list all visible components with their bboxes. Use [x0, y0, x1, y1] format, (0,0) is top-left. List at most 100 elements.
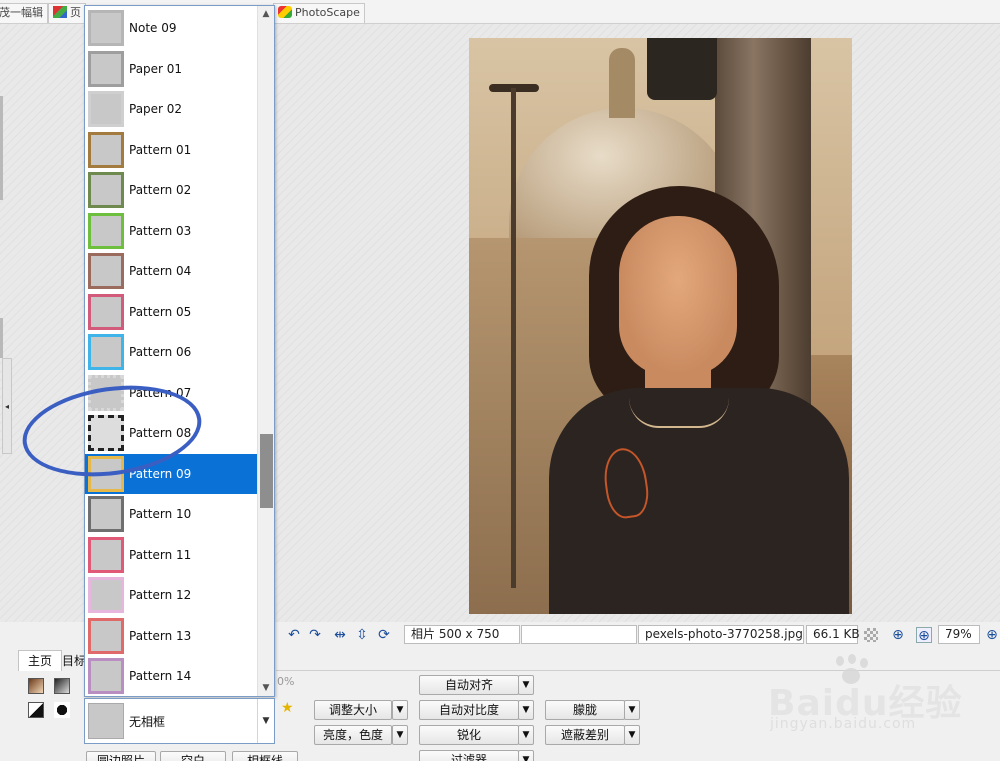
zoom-actual-icon[interactable]: ⊕ [916, 627, 932, 644]
sharpen-button[interactable]: 锐化 [419, 725, 519, 745]
frame-option[interactable]: Pattern 08 [85, 413, 259, 453]
rotate-free-icon[interactable]: ⟳ [376, 627, 392, 643]
filter-button[interactable]: 过滤器 [419, 750, 519, 761]
frame-option-label: Pattern 05 [129, 304, 192, 319]
frame-option[interactable]: Paper 01 [85, 49, 259, 89]
frame-thumbnail [88, 496, 124, 532]
margin-button[interactable]: 空白 [160, 751, 226, 761]
photo-size-label: 相片 500 x 750 [404, 625, 520, 644]
frame-option[interactable]: Paper 02 [85, 89, 259, 129]
vignette-icon[interactable] [54, 702, 70, 718]
frame-option-label: Paper 02 [129, 102, 183, 116]
frame-thumbnail [88, 374, 124, 411]
frame-option[interactable]: Pattern 02 [85, 170, 259, 210]
blur-dropdown[interactable]: ▼ [624, 700, 640, 720]
tab-home[interactable]: 主页 [18, 650, 62, 671]
frame-thumbnail [88, 131, 124, 168]
scroll-thumb[interactable] [260, 434, 273, 508]
frame-thumbnail [88, 617, 124, 654]
blur-button[interactable]: 朦胧 [545, 700, 625, 720]
frame-option-label: Note 09 [129, 21, 177, 35]
frame-option-label: Paper 01 [129, 61, 183, 76]
frame-thumbnail [88, 50, 124, 87]
collapse-panel-handle[interactable]: ◂ [2, 358, 12, 454]
tab-batch-edit-label: 茂一幅辑 [0, 6, 43, 19]
frame-option-label: Pattern 13 [129, 628, 192, 643]
sharpen-dropdown[interactable]: ▼ [518, 725, 534, 745]
frame-thumbnail [88, 172, 124, 208]
frame-option[interactable]: Pattern 09 [85, 453, 259, 494]
round-photo-button[interactable]: 圆边照片 [86, 751, 156, 761]
resize-dropdown[interactable]: ▼ [392, 700, 408, 720]
rotate-left-icon[interactable]: ↶ [286, 627, 302, 643]
filename-label: pexels-photo-3770258.jpg [638, 625, 804, 644]
frame-option-label: Pattern 07 [129, 385, 192, 400]
tab-batch-edit[interactable]: 茂一幅辑 [0, 3, 48, 23]
frame-option-label: Pattern 11 [129, 547, 192, 562]
auto-contrast-button[interactable]: 自动对比度 [419, 700, 519, 720]
tab-page-label: 页 [70, 6, 81, 19]
frame-option[interactable]: Pattern 11 [85, 535, 259, 575]
frame-option-label: Pattern 06 [129, 345, 192, 359]
frame-option[interactable]: Pattern 01 [85, 130, 259, 170]
frame-thumbnail [88, 293, 124, 330]
frame-option[interactable]: Note 09 [85, 8, 259, 48]
frame-option[interactable]: Pattern 10 [85, 494, 259, 534]
baidu-watermark: Baidu经验 jingyan.baidu.com [760, 654, 1000, 738]
frame-option-label: Pattern 04 [129, 264, 192, 278]
backlight-dropdown[interactable]: ▼ [624, 725, 640, 745]
frame-select[interactable]: 无相框 ▼ [84, 698, 275, 744]
grayscale-icon[interactable] [54, 678, 70, 694]
frame-thumbnail [88, 334, 124, 370]
favorite-star-icon[interactable]: ★ [281, 700, 294, 716]
frame-option[interactable]: Pattern 04 [85, 251, 259, 291]
frame-thumbnail [88, 415, 124, 451]
flip-horizontal-icon[interactable]: ⇹ [332, 627, 348, 643]
frame-option[interactable]: Pattern 13 [85, 616, 259, 656]
frame-thumbnail [88, 10, 124, 46]
frame-select-value: 无相框 [129, 715, 166, 729]
frame-thumbnail [88, 577, 124, 613]
frame-thumbnail [88, 536, 124, 573]
frame-option[interactable]: Pattern 06 [85, 332, 259, 372]
zoom-fit-icon[interactable]: ⊕ [890, 627, 906, 643]
frame-option[interactable]: Pattern 03 [85, 211, 259, 251]
frame-option-label: Pattern 09 [129, 466, 192, 481]
chevron-down-icon[interactable]: ▼ [257, 699, 274, 743]
transparency-icon[interactable] [864, 628, 878, 642]
frame-option[interactable]: Pattern 07 [85, 373, 259, 413]
frame-thumbnail [88, 212, 124, 249]
status-empty-field [521, 625, 637, 644]
dropdown-scrollbar[interactable]: ▲ ▼ [257, 6, 274, 696]
color-tone-icon[interactable] [28, 678, 44, 694]
partial-percent: 0% [277, 675, 295, 688]
auto-level-button[interactable]: 自动对齐 [419, 675, 519, 695]
scroll-up-icon[interactable]: ▲ [258, 6, 274, 22]
frame-option[interactable]: Pattern 12 [85, 575, 259, 615]
left-panel-edge [0, 96, 3, 200]
tab-photoscape[interactable]: PhotoScape [273, 3, 365, 23]
brightness-color-dropdown[interactable]: ▼ [392, 725, 408, 745]
photoscape-icon [278, 6, 292, 18]
resize-button[interactable]: 调整大小 [314, 700, 392, 720]
status-bar: ↶ ↷ ⇹ ⇳ ⟳ 相片 500 x 750 pexels-photo-3770… [276, 624, 1000, 646]
flip-vertical-icon[interactable]: ⇳ [354, 627, 370, 643]
auto-level-dropdown[interactable]: ▼ [518, 675, 534, 695]
frame-option[interactable]: Pattern 14 [85, 656, 259, 696]
frame-option-label: Pattern 10 [129, 507, 192, 521]
rotate-right-icon[interactable]: ↷ [307, 627, 323, 643]
frame-option[interactable]: Pattern 05 [85, 292, 259, 332]
frame-thumbnail [88, 455, 124, 492]
backlight-button[interactable]: 遮蔽差别 [545, 725, 625, 745]
tab-page[interactable]: 页 [48, 3, 86, 23]
scroll-down-icon[interactable]: ▼ [258, 680, 274, 696]
frame-option-label: Pattern 08 [129, 426, 192, 440]
invert-icon[interactable] [28, 702, 44, 718]
frame-line-button[interactable]: 相框线 [232, 751, 298, 761]
frame-dropdown-list[interactable]: Note 09 Paper 01 Paper 02 Pattern 01 Pattern… [84, 5, 275, 697]
auto-contrast-dropdown[interactable]: ▼ [518, 700, 534, 720]
brightness-color-button[interactable]: 亮度，色度 [314, 725, 392, 745]
frame-thumbnail [88, 91, 124, 127]
zoom-in-icon[interactable]: ⊕ [984, 627, 1000, 643]
filter-dropdown[interactable]: ▼ [518, 750, 534, 761]
